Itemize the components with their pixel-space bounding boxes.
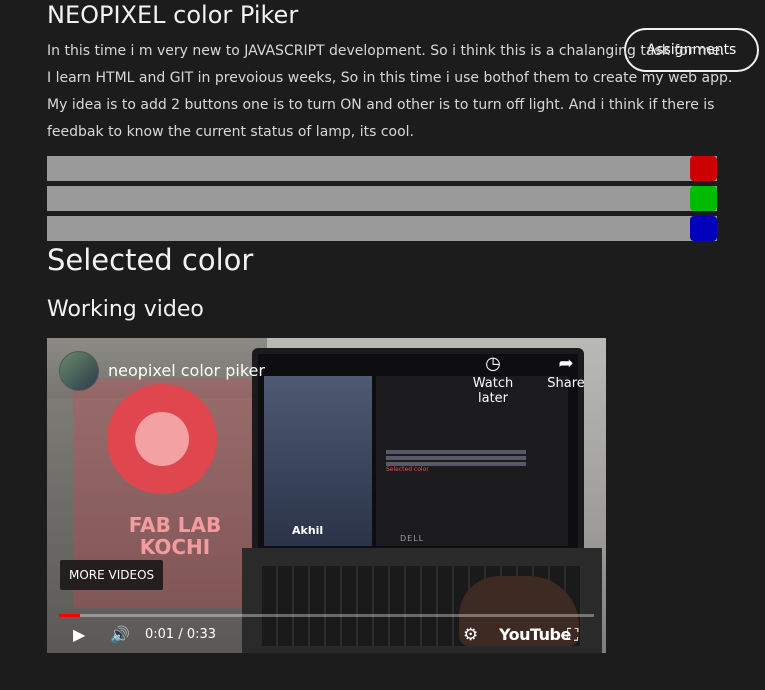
clock-icon: ◷ xyxy=(485,353,501,374)
share-button[interactable]: ➦ Share xyxy=(546,352,586,391)
sign-line: FAB LAB xyxy=(128,513,222,537)
green-slider[interactable] xyxy=(47,186,717,211)
blue-slider-thumb[interactable] xyxy=(690,216,717,241)
intro-text: In this time i m very new to JAVASCRIPT … xyxy=(47,38,737,146)
fablab-logo-inner xyxy=(135,412,189,466)
intro-line: In this time i m very new to JAVASCRIPT … xyxy=(47,43,725,59)
selected-color-heading: Selected color xyxy=(47,243,254,277)
video-progress-bar[interactable] xyxy=(59,614,594,617)
volume-icon[interactable]: 🔊 xyxy=(110,623,130,647)
channel-avatar[interactable] xyxy=(59,351,99,391)
gear-icon[interactable]: ⚙ xyxy=(463,623,478,647)
video-time: 0:01 / 0:33 xyxy=(145,627,217,642)
watch-later-label: Watch later xyxy=(472,376,514,406)
fablab-sign-text: FAB LAB KOCHI xyxy=(95,514,255,558)
share-arrow-icon: ➦ xyxy=(558,353,574,374)
laptop-screen-image: Akhil Selected color xyxy=(252,348,584,560)
laptop-brand-text: DELL xyxy=(400,534,425,543)
laptop-screen-slider xyxy=(386,456,526,460)
laptop-screen-left-panel: Akhil xyxy=(264,376,372,546)
play-icon[interactable]: ▶ xyxy=(73,623,85,647)
video-title[interactable]: neopixel color piker xyxy=(108,361,265,380)
youtube-logo[interactable]: YouTube xyxy=(499,623,571,647)
laptop-screen-selected-color: Selected color xyxy=(386,466,429,473)
laptop-screen-name: Akhil xyxy=(292,524,324,537)
page: NEOPIXEL color Piker Assignments In this… xyxy=(0,0,765,690)
video-progress-fill xyxy=(59,614,81,617)
share-label: Share xyxy=(547,376,585,391)
sign-line: KOCHI xyxy=(139,535,211,559)
youtube-video-player[interactable]: FAB LAB KOCHI Akhil Selected color DELL … xyxy=(47,338,606,653)
intro-line: I learn HTML and GIT in prevoious weeks,… xyxy=(47,70,733,86)
green-slider-thumb[interactable] xyxy=(690,186,717,211)
blue-slider[interactable] xyxy=(47,216,717,241)
fullscreen-icon[interactable]: ⛶ xyxy=(567,623,578,647)
more-videos-button[interactable]: MORE VIDEOS xyxy=(60,560,164,590)
intro-line: feedbak to know the current status of la… xyxy=(47,124,414,140)
intro-line: My idea is to add 2 buttons one is to tu… xyxy=(47,97,715,113)
red-slider-thumb[interactable] xyxy=(690,156,717,181)
page-title: NEOPIXEL color Piker xyxy=(47,1,299,29)
working-video-heading: Working video xyxy=(47,297,204,322)
watch-later-button[interactable]: ◷ Watch later xyxy=(457,352,529,406)
laptop-screen-slider xyxy=(386,450,526,454)
red-slider[interactable] xyxy=(47,156,717,181)
